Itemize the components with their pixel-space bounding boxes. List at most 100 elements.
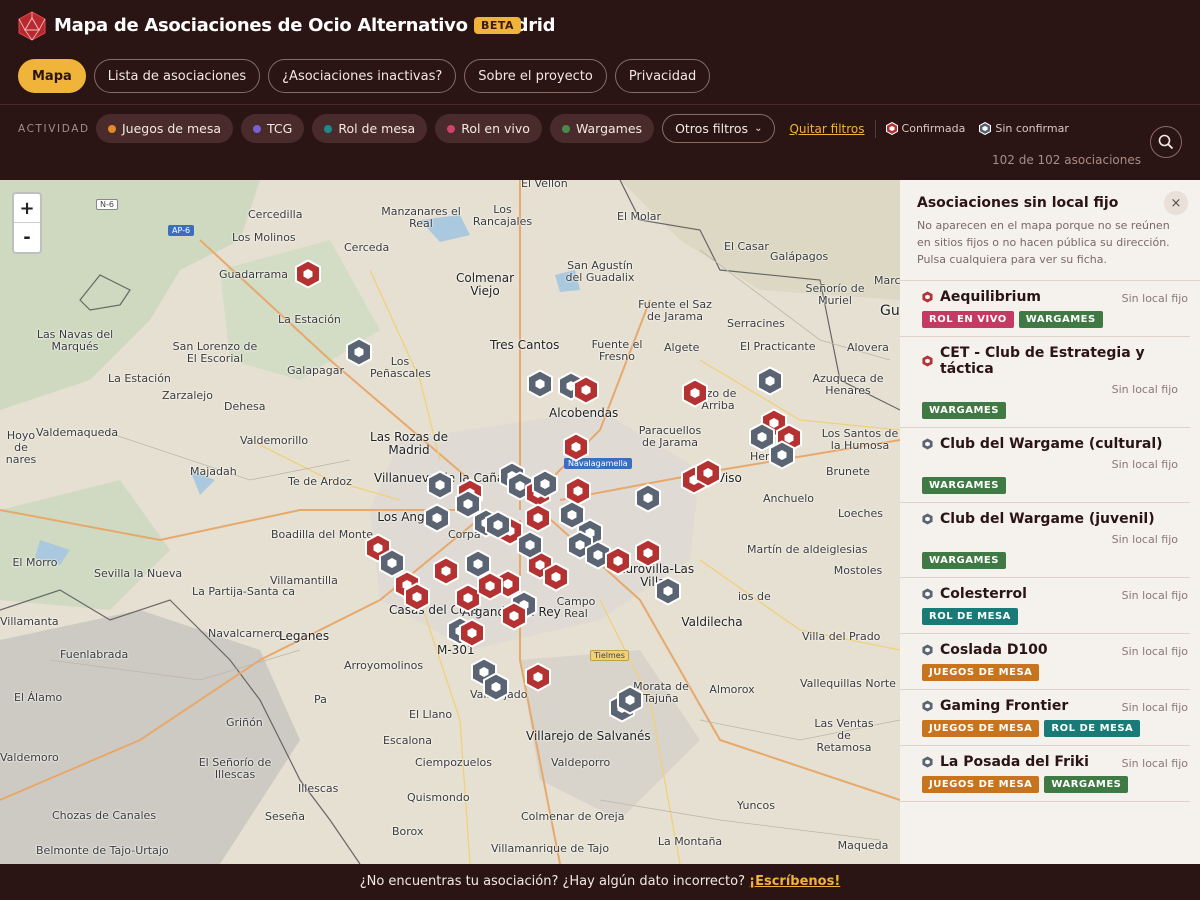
association-status: Sin local fijo	[1111, 533, 1178, 546]
place-label: Valdemorillo	[240, 434, 309, 447]
nav-mapa[interactable]: Mapa	[18, 59, 86, 93]
place-label: Serracines	[727, 317, 785, 330]
association-list-item[interactable]: Club del Wargame (cultural) Sin local fij…	[900, 428, 1190, 503]
nav-privacidad[interactable]: Privacidad	[614, 59, 711, 93]
association-list-item[interactable]: CET - Club de Estrategia y táctica Sin lo…	[900, 337, 1190, 428]
association-list-item[interactable]: Gaming Frontier Sin local fijo JUEGOS DE M…	[900, 690, 1190, 746]
chip-wargames[interactable]: Wargames	[549, 114, 655, 143]
filter-chips: Juegos de mesa TCG Rol de mesa Rol en vi…	[96, 114, 1069, 143]
confirmed-association-marker[interactable]	[694, 458, 722, 488]
nav-lista-asociaciones[interactable]: Lista de asociaciones	[93, 59, 261, 93]
confirmed-association-marker[interactable]	[634, 538, 662, 568]
unconfirmed-association-marker[interactable]	[616, 685, 644, 715]
place-label: Brunete	[826, 465, 870, 478]
unconfirmed-association-marker[interactable]	[423, 503, 451, 533]
place-label: Almorox	[709, 683, 755, 696]
activity-tag: ROL EN VIVO	[922, 311, 1014, 328]
close-panel-button[interactable]: ×	[1164, 191, 1188, 215]
association-status: Sin local fijo	[1121, 589, 1188, 602]
activity-tags: WARGAMES	[922, 477, 1178, 494]
association-list-item[interactable]: Colesterrol Sin local fijo ROL DE MESA	[900, 578, 1190, 634]
unconfirmed-hex-icon	[922, 513, 933, 525]
tcg-dot-icon	[253, 124, 262, 133]
unconfirmed-association-marker[interactable]	[516, 530, 544, 560]
place-label: El Señorío de Illescas	[198, 756, 272, 782]
otros-filtros-dropdown[interactable]: Otros filtros ⌄	[662, 114, 776, 143]
confirmed-association-marker[interactable]	[572, 375, 600, 405]
quitar-filtros-link[interactable]: Quitar filtros	[789, 122, 864, 136]
association-list-item[interactable]: Club del Wargame (juvenil) Sin local fijo…	[900, 503, 1190, 578]
unconfirmed-association-marker[interactable]	[426, 470, 454, 500]
chip-juegos-de-mesa[interactable]: Juegos de mesa	[96, 114, 234, 143]
association-status: Sin local fijo	[1121, 292, 1188, 305]
place-label: Escalona	[383, 734, 432, 747]
place-label: Hoyo de nares	[5, 429, 37, 467]
confirmed-association-marker[interactable]	[524, 503, 552, 533]
unconfirmed-association-marker[interactable]	[345, 337, 373, 367]
place-label: El Vellón	[521, 180, 568, 190]
unconfirmed-association-marker[interactable]	[756, 366, 784, 396]
confirmed-association-marker[interactable]	[432, 556, 460, 586]
place-label: Galapagar	[287, 364, 345, 377]
activity-tags: WARGAMES	[922, 552, 1178, 569]
activity-tag: JUEGOS DE MESA	[922, 720, 1040, 737]
place-label: Los Molinos	[232, 231, 296, 244]
place-label: Yuncos	[737, 799, 775, 812]
place-label: Seseña	[265, 810, 305, 823]
confirmed-hex-icon	[922, 291, 933, 303]
search-button[interactable]	[1150, 126, 1182, 158]
unconfirmed-association-marker[interactable]	[526, 369, 554, 399]
chip-rol-en-vivo[interactable]: Rol en vivo	[435, 114, 542, 143]
app-header: Mapa de Asociaciones de Ocio Alternativo…	[0, 0, 1200, 105]
place-label: Mostoles	[833, 564, 883, 577]
nav-sobre-proyecto[interactable]: Sobre el proyecto	[464, 59, 607, 93]
confirmed-association-marker[interactable]	[403, 582, 431, 612]
place-label: Dehesa	[224, 400, 266, 413]
activity-tags: ROL EN VIVO WARGAMES	[922, 311, 1178, 328]
confirmed-association-marker[interactable]	[562, 432, 590, 462]
association-name-text: CET - Club de Estrategia y táctica	[940, 345, 1145, 377]
confirmed-association-marker[interactable]	[542, 562, 570, 592]
unconfirmed-association-marker[interactable]	[531, 469, 559, 499]
road-shield: AP-6	[168, 225, 195, 236]
unconfirmed-association-marker[interactable]	[768, 440, 796, 470]
zoom-out-button[interactable]: -	[14, 223, 40, 252]
confirmed-association-marker[interactable]	[500, 601, 528, 631]
place-label: Señorío de Muriel	[805, 282, 865, 308]
confirmed-association-marker[interactable]	[458, 618, 486, 648]
association-name-text: Club del Wargame (juvenil)	[940, 511, 1155, 527]
place-label: Villamanta	[0, 615, 59, 628]
place-label: Los Peñascales	[370, 355, 431, 381]
confirmed-association-marker[interactable]	[681, 378, 709, 408]
panel-title: Asociaciones sin local fijo	[917, 195, 1119, 211]
unconfirmed-association-marker[interactable]	[482, 672, 510, 702]
place-label: Maqueda	[837, 839, 889, 852]
rol-mesa-dot-icon	[324, 124, 333, 133]
nav-asociaciones-inactivas[interactable]: ¿Asociaciones inactivas?	[268, 59, 457, 93]
wargames-dot-icon	[561, 124, 570, 133]
association-count: 102 de 102 asociaciones	[992, 153, 1141, 167]
contact-link[interactable]: ¡Escríbenos!	[749, 874, 840, 889]
place-label: El Casar	[724, 240, 769, 253]
confirmed-association-marker[interactable]	[604, 546, 632, 576]
place-label: El Álamo	[14, 691, 63, 704]
chip-tcg[interactable]: TCG	[241, 114, 305, 143]
unconfirmed-association-marker[interactable]	[484, 510, 512, 540]
association-list-item[interactable]: Coslada D100 Sin local fijo JUEGOS DE MESA	[900, 634, 1190, 690]
activity-tags: JUEGOS DE MESA WARGAMES	[922, 776, 1178, 793]
unconfirmed-association-marker[interactable]	[634, 483, 662, 513]
chip-rol-de-mesa[interactable]: Rol de mesa	[312, 114, 428, 143]
place-label: San Lorenzo de El Escorial	[172, 340, 258, 366]
place-label: Fuente el Saz de Jarama	[638, 298, 712, 324]
association-list-item[interactable]: Aequilibrium Sin local fijo ROL EN VIVO WAR…	[900, 281, 1190, 337]
association-list-item[interactable]: La Posada del Friki Sin local fijo JUEGOS …	[900, 746, 1190, 802]
unconfirmed-association-marker[interactable]	[654, 576, 682, 606]
footer-text: ¿No encuentras tu asociación? ¿Hay algún…	[359, 874, 750, 889]
confirmed-association-marker[interactable]	[524, 662, 552, 692]
confirmed-association-marker[interactable]	[294, 259, 322, 289]
zoom-in-button[interactable]: +	[14, 194, 40, 223]
map-view[interactable]: N-6 AP-6 Navalagamella Tielmes El Vellón…	[0, 180, 900, 864]
confirmed-association-marker[interactable]	[476, 571, 504, 601]
activity-tag: WARGAMES	[922, 477, 1006, 494]
place-label: Las Navas del Marqués	[36, 328, 114, 354]
